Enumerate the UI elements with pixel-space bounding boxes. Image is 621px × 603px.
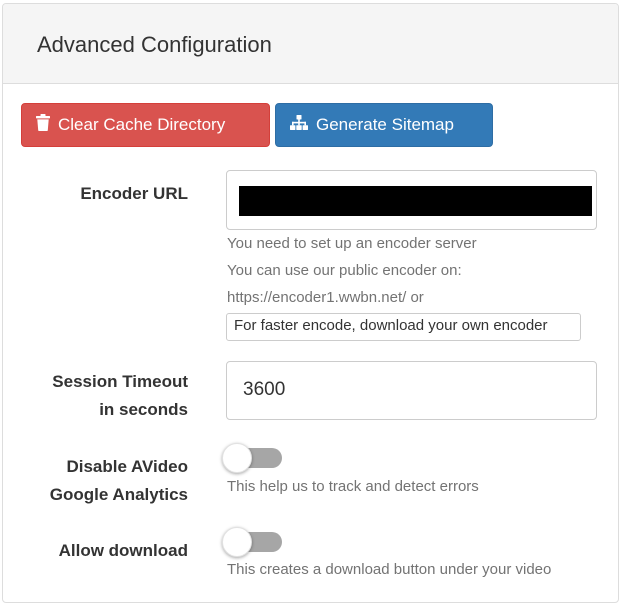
disable-analytics-label-line-1: Disable AVideo [66,457,188,476]
sitemap-icon [290,115,316,135]
encoder-url-input[interactable] [226,170,597,230]
download-encoder-link[interactable]: For faster encode, download your own enc… [226,313,581,341]
clear-cache-button[interactable]: Clear Cache Directory [21,103,270,147]
encoder-help-line-2: You can use our public encoder on: [227,262,462,279]
allow-download-toggle[interactable] [222,527,282,557]
panel-title: Advanced Configuration [37,32,272,57]
trash-icon [36,114,58,136]
toggle-knob [222,527,252,557]
disable-analytics-help: This help us to track and detect errors [227,478,479,495]
redacted-value [239,186,592,216]
generate-sitemap-button[interactable]: Generate Sitemap [275,103,493,147]
allow-download-label: Allow download [58,541,188,560]
clear-cache-label: Clear Cache Directory [58,115,226,134]
session-timeout-label-line-2: in seconds [99,400,188,419]
encoder-help-line-1: You need to set up an encoder server [227,235,477,252]
encoder-help-line-3: https://encoder1.wwbn.net/ or [227,289,424,306]
toggle-knob [222,443,252,473]
session-timeout-value: 3600 [243,379,286,400]
generate-sitemap-label: Generate Sitemap [316,115,454,134]
encoder-url-label: Encoder URL [80,184,188,203]
session-timeout-input[interactable]: 3600 [226,361,597,420]
disable-analytics-label-line-2: Google Analytics [49,485,188,504]
disable-analytics-toggle[interactable] [222,443,282,473]
panel-heading: Advanced Configuration [3,4,618,84]
session-timeout-label-line-1: Session Timeout [52,372,188,391]
